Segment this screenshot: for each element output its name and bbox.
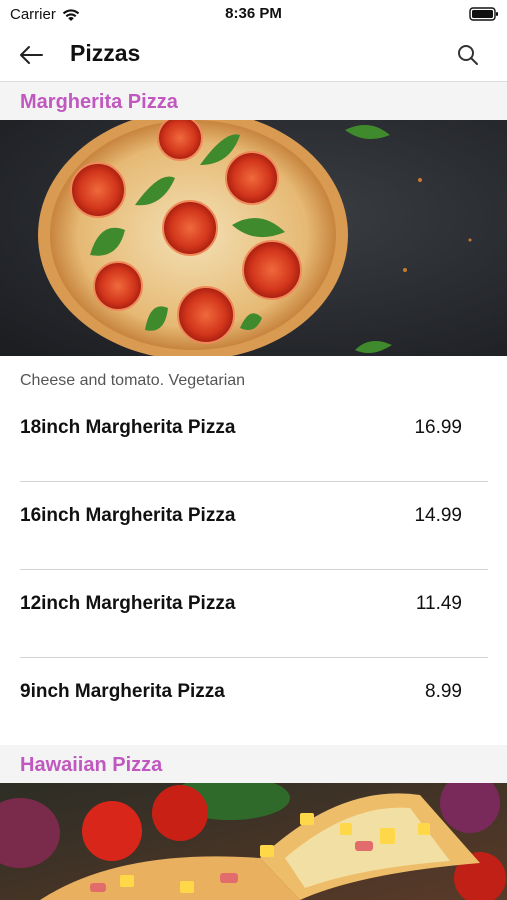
search-button[interactable]: [453, 40, 483, 70]
section-title: Hawaiian Pizza: [20, 754, 163, 776]
navigation-bar: Pizzas: [0, 30, 507, 82]
menu-item-name: 18inch Margherita Pizza: [20, 417, 236, 438]
menu-item-name: 9inch Margherita Pizza: [20, 681, 225, 702]
section-header-margherita: Margherita Pizza: [0, 82, 507, 120]
section-title: Margherita Pizza: [20, 91, 178, 113]
status-time: 8:36 PM: [225, 5, 282, 22]
menu-item-9inch[interactable]: 9inch Margherita Pizza 8.99: [0, 657, 507, 745]
menu-item-18inch[interactable]: 18inch Margherita Pizza 16.99: [0, 393, 507, 481]
section-header-hawaiian: Hawaiian Pizza: [0, 745, 507, 783]
menu-item-16inch[interactable]: 16inch Margherita Pizza 14.99: [0, 481, 507, 569]
margherita-pizza-image: [0, 120, 507, 356]
status-bar: Carrier 8:36 PM: [0, 0, 507, 30]
menu-item-price: 16.99: [414, 417, 462, 438]
menu-item-price: 11.49: [415, 593, 462, 614]
hawaiian-pizza-image: [0, 783, 507, 900]
menu-item-name: 12inch Margherita Pizza: [20, 593, 236, 614]
page-title: Pizzas: [70, 40, 141, 66]
item-description: Cheese and tomato. Vegetarian: [20, 372, 246, 389]
menu-item-name: 16inch Margherita Pizza: [20, 505, 236, 526]
arrow-left-icon: [20, 46, 43, 64]
menu-item-12inch[interactable]: 12inch Margherita Pizza 11.49: [0, 569, 507, 657]
back-button[interactable]: [14, 40, 48, 70]
menu-item-price: 8.99: [425, 681, 462, 702]
search-icon: [458, 45, 478, 65]
menu-item-price: 14.99: [414, 505, 462, 526]
battery-icon: [469, 7, 498, 21]
